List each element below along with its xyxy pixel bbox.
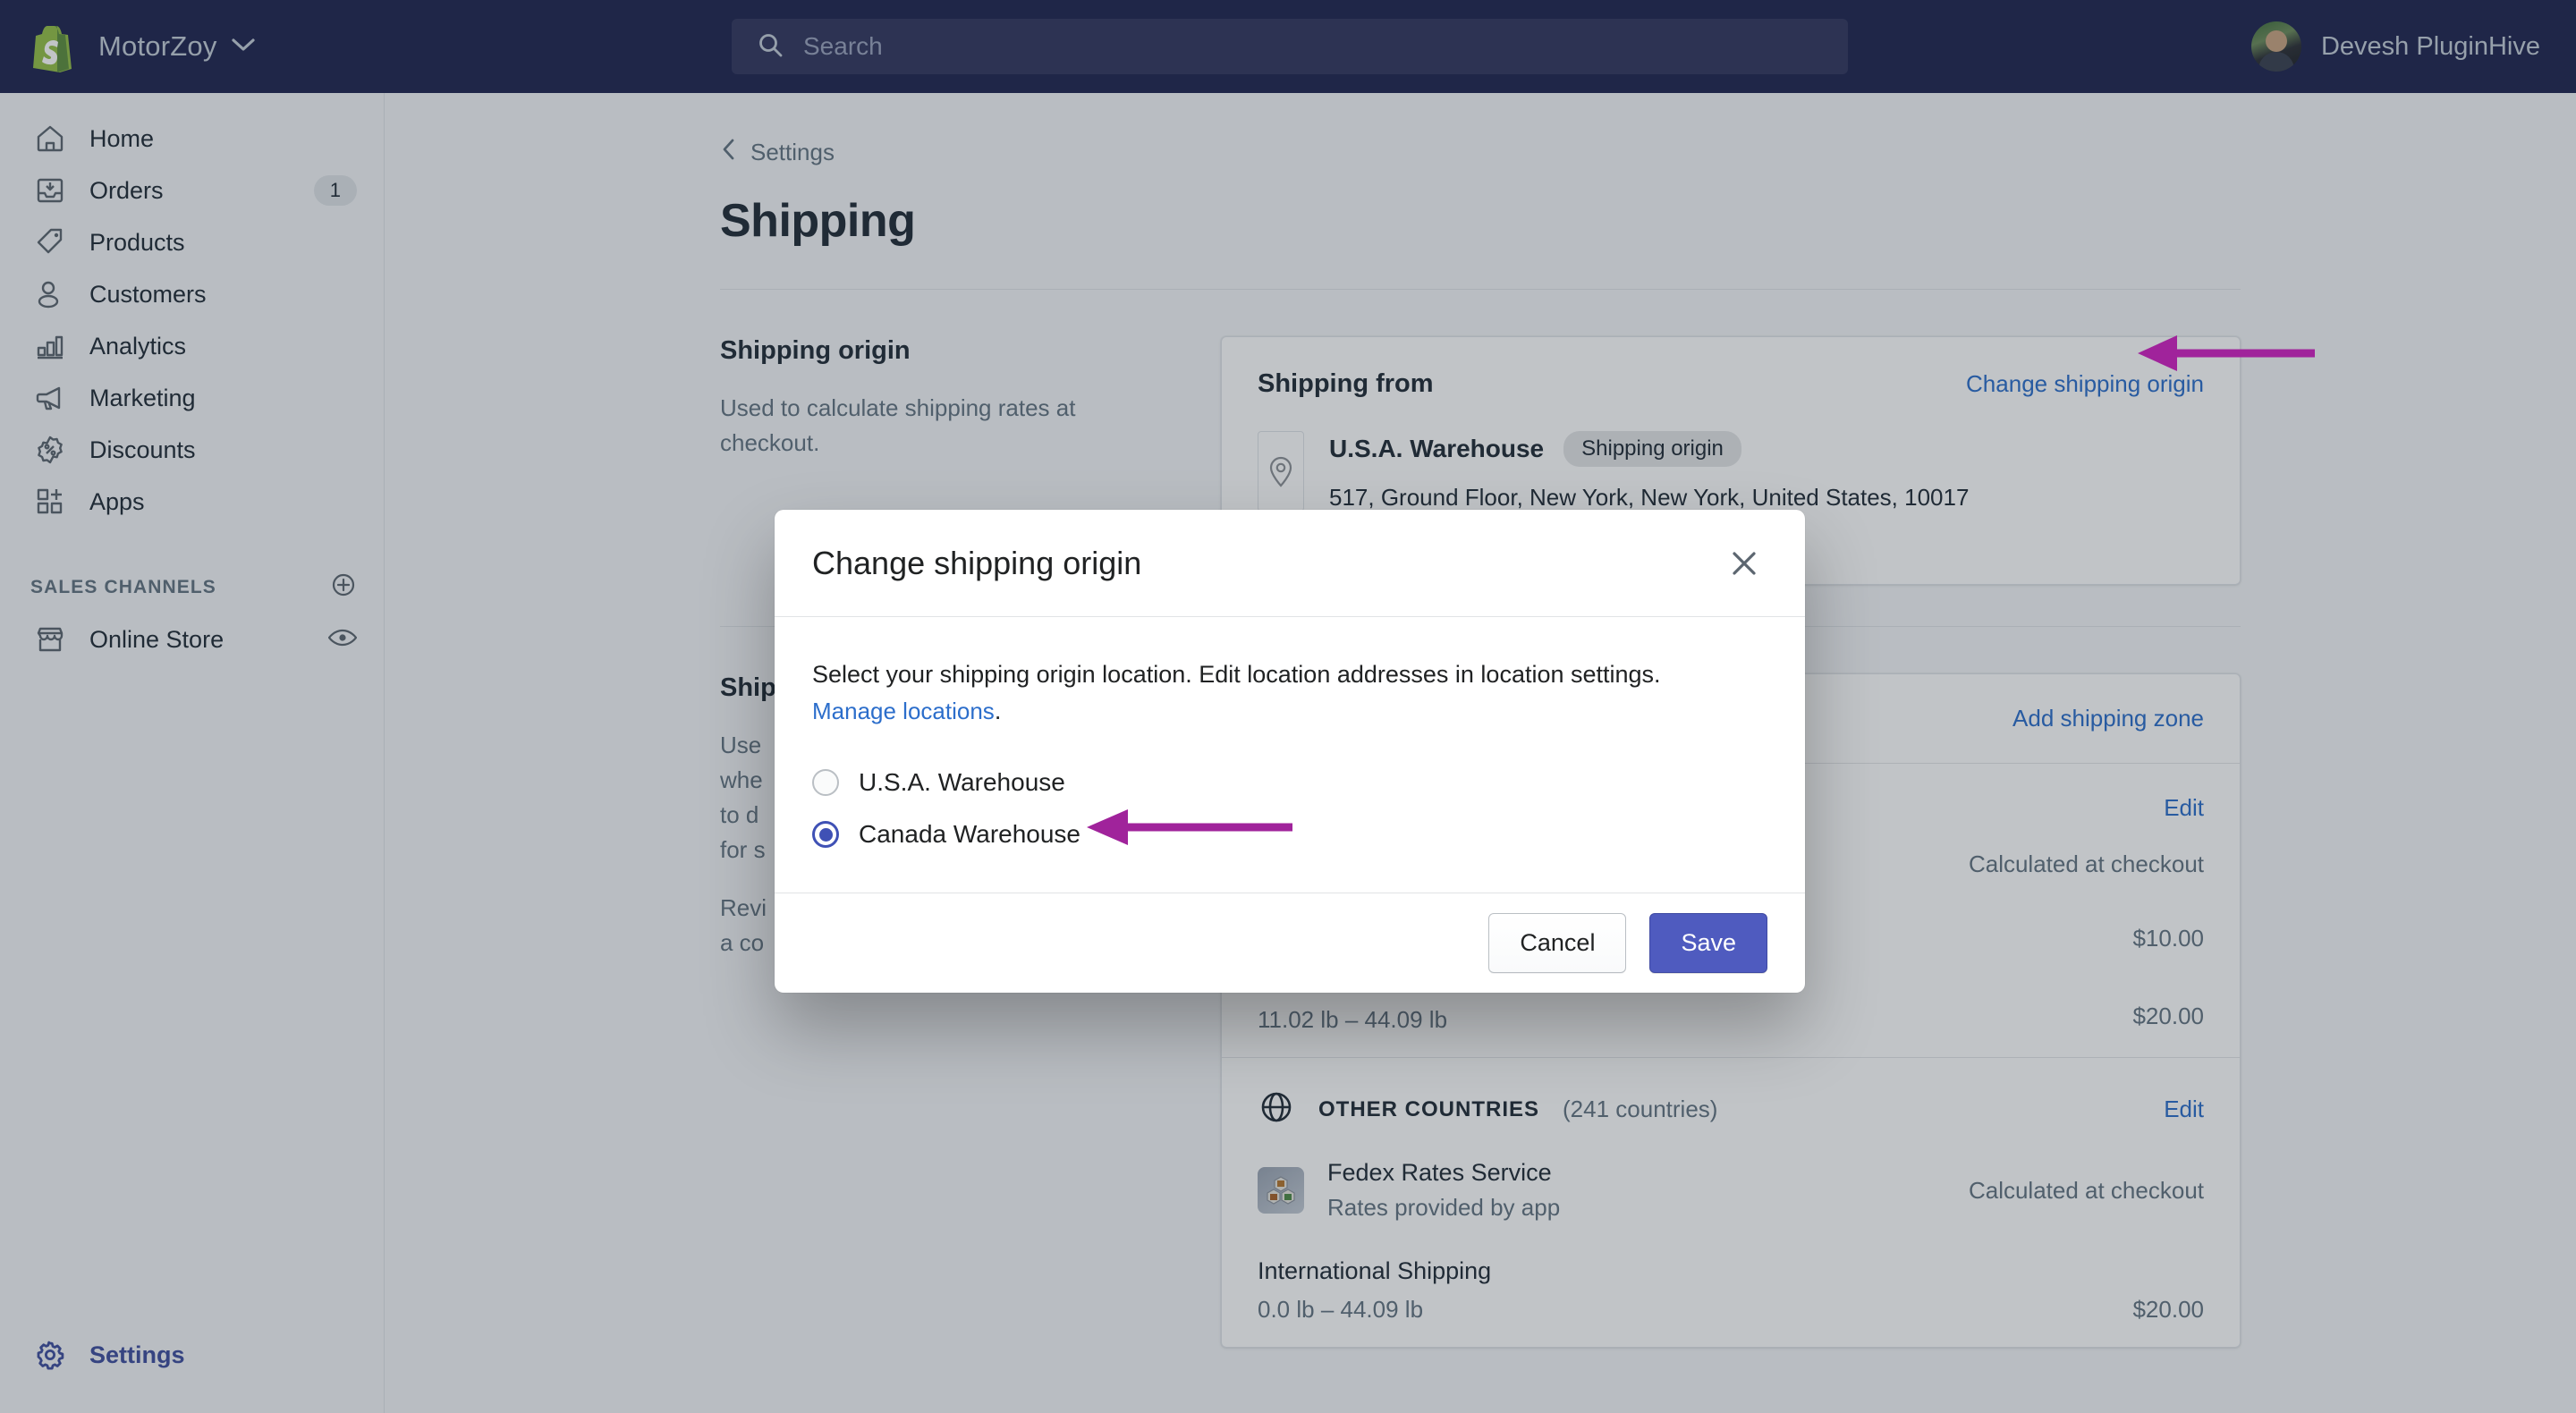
modal-footer: Cancel Save — [775, 893, 1805, 993]
radio-option-usa[interactable]: U.S.A. Warehouse — [812, 768, 1767, 797]
change-shipping-origin-modal: Change shipping origin Select your shipp… — [775, 510, 1805, 993]
modal-description: Select your shipping origin location. Ed… — [812, 656, 1742, 729]
origin-radio-group: U.S.A. Warehouse Canada Warehouse — [812, 768, 1767, 849]
close-icon[interactable] — [1723, 542, 1766, 585]
radio-label: Canada Warehouse — [859, 820, 1081, 848]
radio-option-canada[interactable]: Canada Warehouse — [812, 820, 1767, 849]
modal-title: Change shipping origin — [812, 544, 1142, 581]
radio-button-selected[interactable] — [812, 821, 839, 848]
manage-locations-link[interactable]: Manage locations — [812, 698, 995, 724]
save-button[interactable]: Save — [1649, 913, 1767, 973]
cancel-button[interactable]: Cancel — [1488, 913, 1627, 973]
modal-header: Change shipping origin — [775, 510, 1805, 617]
modal-description-text: Select your shipping origin location. Ed… — [812, 661, 1661, 688]
modal-description-suffix: . — [994, 697, 1002, 724]
radio-label: U.S.A. Warehouse — [859, 768, 1065, 796]
radio-button[interactable] — [812, 769, 839, 796]
modal-body: Select your shipping origin location. Ed… — [775, 617, 1805, 893]
